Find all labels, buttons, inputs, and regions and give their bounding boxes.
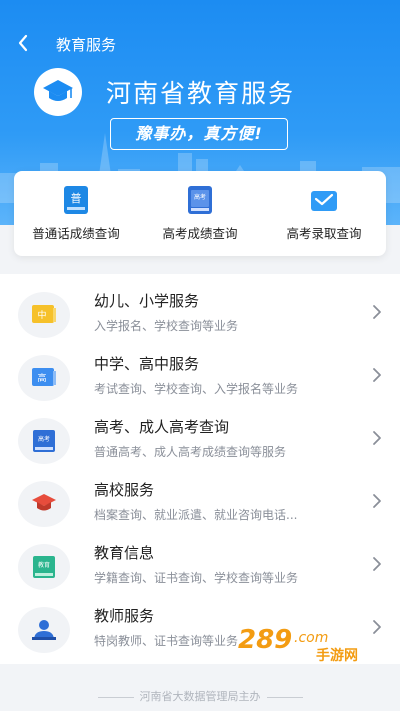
- putonghua-book-icon: 普: [64, 186, 88, 214]
- service-title: 教育信息: [94, 544, 155, 562]
- svg-text:高考: 高考: [194, 193, 206, 201]
- quick-item-label: 高考成绩查询: [162, 226, 238, 241]
- brand-logo: [34, 68, 82, 116]
- icon-circle: 高考: [18, 418, 70, 464]
- svg-text:高: 高: [37, 372, 46, 384]
- svg-text:手游网: 手游网: [316, 647, 358, 664]
- svg-text:中: 中: [37, 309, 46, 321]
- chevron-right-icon: [373, 557, 381, 571]
- service-subtitle: 考试查询、学校查询、入学报名等业务: [94, 382, 299, 396]
- list-item-gaokao[interactable]: 高考 高考、成人高考查询 普通高考、成人高考成绩查询等服务: [0, 410, 400, 473]
- page-title: 教育服务: [56, 36, 117, 54]
- service-subtitle: 档案查询、就业派遣、就业咨询电话...: [94, 508, 298, 522]
- education-info-icon: 教育: [33, 556, 55, 578]
- icon-circle: 中: [18, 292, 70, 338]
- quick-item-label: 普通话成绩查询: [32, 226, 120, 241]
- chevron-left-icon: [18, 34, 28, 52]
- slogan-badge: 豫事办，真方便!: [110, 118, 288, 150]
- svg-text:普: 普: [71, 191, 82, 205]
- site-watermark: 289 .com 手游网: [238, 625, 358, 664]
- service-title: 高校服务: [94, 481, 155, 499]
- service-subtitle: 入学报名、学校查询等业务: [94, 319, 239, 333]
- footer-text: 河南省大数据管理局主办: [139, 690, 261, 703]
- list-item-education-info[interactable]: 教育 教育信息 学籍查询、证书查询、学校查询等业务: [0, 536, 400, 599]
- svg-text:289: 289: [238, 625, 292, 655]
- back-button[interactable]: [12, 30, 36, 56]
- quick-item-gaokao-score[interactable]: 高考 高考成绩查询: [138, 171, 262, 256]
- chevron-right-icon: [373, 368, 381, 382]
- quick-item-putonghua[interactable]: 普 普通话成绩查询: [14, 171, 138, 256]
- service-subtitle: 特岗教师、证书查询等业务: [94, 634, 239, 648]
- list-item-primary-school[interactable]: 中 幼儿、小学服务 入学报名、学校查询等业务: [0, 284, 400, 347]
- svg-text:.com: .com: [294, 630, 328, 646]
- icon-circle: [18, 481, 70, 527]
- icon-circle: 高: [18, 355, 70, 401]
- top-bar: 教育服务: [0, 28, 400, 60]
- divider: [266, 696, 303, 698]
- service-title: 中学、高中服务: [94, 355, 200, 373]
- brand-title: 河南省教育服务: [106, 79, 296, 108]
- service-subtitle: 学籍查询、证书查询、学校查询等业务: [94, 571, 299, 585]
- gaokao-icon: 高考: [33, 430, 55, 452]
- service-title: 高考、成人高考查询: [94, 418, 230, 436]
- service-title: 幼儿、小学服务: [94, 292, 200, 310]
- high-school-icon: 高: [32, 368, 56, 386]
- envelope-icon: [311, 191, 337, 211]
- svg-text:教育: 教育: [38, 561, 50, 569]
- list-item-university[interactable]: 高校服务 档案查询、就业派遣、就业咨询电话...: [0, 473, 400, 536]
- chevron-right-icon: [373, 494, 381, 508]
- primary-school-icon: 中: [32, 305, 56, 323]
- chevron-right-icon: [373, 305, 381, 319]
- teacher-icon: [32, 620, 56, 640]
- divider: [97, 696, 134, 698]
- university-cap-icon: [32, 494, 56, 511]
- icon-circle: [18, 607, 70, 653]
- chevron-right-icon: [373, 431, 381, 445]
- svg-text:高考: 高考: [38, 435, 50, 443]
- quick-item-gaokao-admission[interactable]: 高考录取查询: [262, 171, 386, 256]
- service-list: 中 幼儿、小学服务 入学报名、学校查询等业务 高 中学、高中服务 考试查询、学校…: [0, 274, 400, 664]
- service-title: 教师服务: [94, 607, 155, 625]
- gaokao-book-icon: 高考: [188, 186, 212, 214]
- service-subtitle: 普通高考、成人高考成绩查询等服务: [94, 445, 287, 459]
- footer-credit: 河南省大数据管理局主办: [0, 688, 400, 704]
- list-item-high-school[interactable]: 高 中学、高中服务 考试查询、学校查询、入学报名等业务: [0, 347, 400, 410]
- graduation-cap-icon: [43, 80, 73, 101]
- quick-item-label: 高考录取查询: [286, 226, 362, 241]
- icon-circle: 教育: [18, 544, 70, 590]
- quick-services-card: 普 普通话成绩查询 高考 高考成绩查询 高考录取查询: [14, 171, 386, 256]
